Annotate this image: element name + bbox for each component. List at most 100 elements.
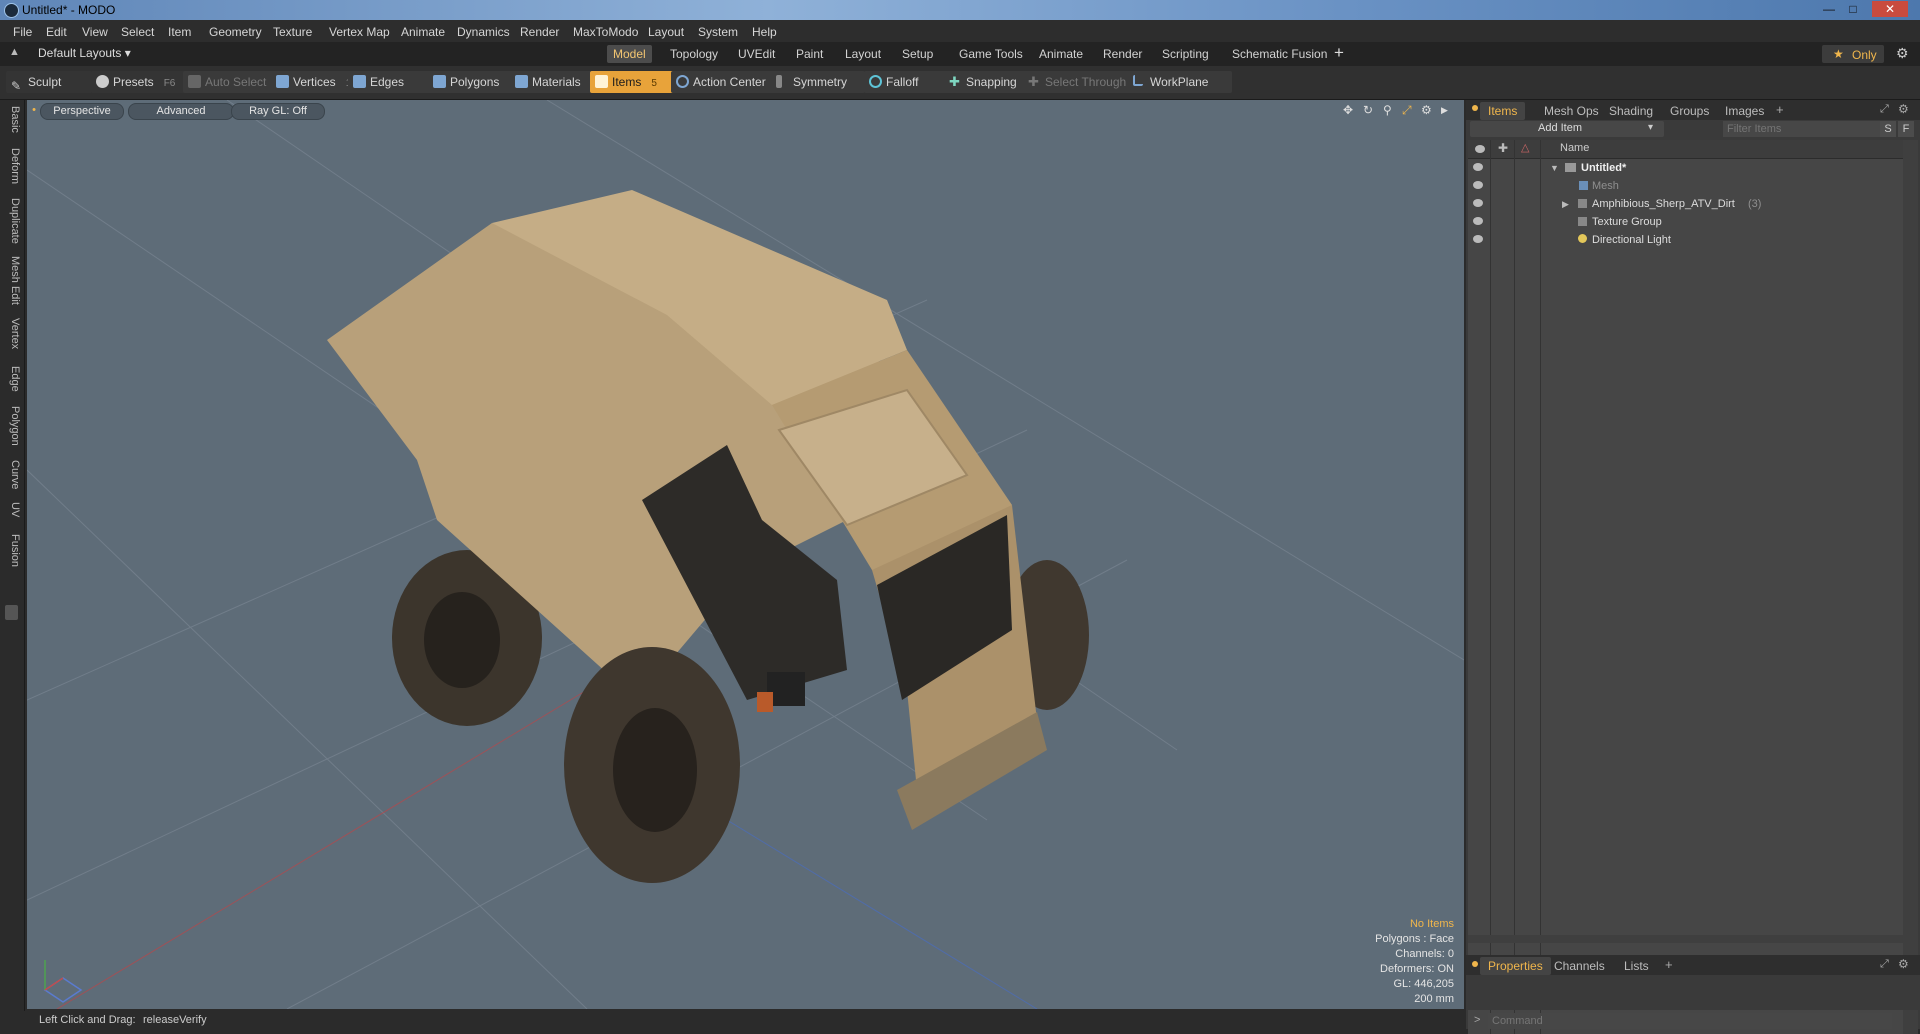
raygl-button[interactable]: Ray GL: Off xyxy=(231,103,325,120)
atv-vehicle-model xyxy=(327,190,1089,883)
tab-layout[interactable]: Layout xyxy=(839,45,887,63)
default-layouts-dropdown[interactable]: Default Layouts ▾ xyxy=(38,46,131,60)
viewport-settings-icon[interactable]: ⚙ xyxy=(1421,104,1433,116)
items-button[interactable]: Items 5 xyxy=(590,71,676,93)
advanced-shading-button[interactable]: Advanced xyxy=(128,103,234,120)
menu-edit[interactable]: Edit xyxy=(46,25,67,39)
perspective-button[interactable]: Perspective xyxy=(40,103,124,120)
maximize-button[interactable]: □ xyxy=(1842,1,1864,17)
side-tab-vertex[interactable]: Vertex xyxy=(3,318,21,349)
action-center-button[interactable]: Action Center xyxy=(671,71,785,93)
tab-images[interactable]: Images xyxy=(1717,102,1772,120)
menu-select[interactable]: Select xyxy=(121,25,154,39)
move-view-icon[interactable]: ✥ xyxy=(1343,104,1355,116)
menu-maxtomodo[interactable]: MaxToModo xyxy=(573,25,638,39)
zoom-view-icon[interactable]: ⚲ xyxy=(1383,104,1395,116)
menu-animate[interactable]: Animate xyxy=(401,25,445,39)
maximize-view-icon[interactable]: ⤢ xyxy=(1402,104,1414,116)
menu-geometry[interactable]: Geometry xyxy=(209,25,262,39)
item-list-hscrollbar[interactable] xyxy=(1468,935,1903,943)
symmetry-button[interactable]: Symmetry xyxy=(771,71,865,93)
tab-setup[interactable]: Setup xyxy=(896,45,939,63)
only-toggle[interactable]: ★ Only xyxy=(1822,45,1884,63)
side-tab-mesh-edit[interactable]: Mesh Edit xyxy=(3,256,21,305)
falloff-button[interactable]: Falloff xyxy=(864,71,948,93)
sculpt-button[interactable]: ✎ Sculpt xyxy=(6,71,92,93)
3d-viewport[interactable]: • Perspective Advanced Ray GL: Off ✥ ↻ ⚲… xyxy=(27,100,1464,1009)
minimize-button[interactable]: — xyxy=(1818,1,1840,17)
item-list-scrollbar[interactable] xyxy=(1903,140,1918,1034)
filter-s-button[interactable]: S xyxy=(1880,121,1896,137)
command-input[interactable] xyxy=(1488,1013,1892,1029)
tab-items[interactable]: Items xyxy=(1480,102,1526,120)
visibility-eye-icon[interactable] xyxy=(1473,199,1483,207)
side-tab-basic[interactable]: Basic xyxy=(3,106,21,133)
menu-layout[interactable]: Layout xyxy=(648,25,684,39)
panel-gear-icon[interactable]: ⚙ xyxy=(1898,102,1909,116)
tab-model[interactable]: Model xyxy=(607,45,652,63)
add-tab-icon[interactable]: + xyxy=(1334,43,1344,63)
materials-button[interactable]: Materials xyxy=(510,71,600,93)
side-tab-polygon[interactable]: Polygon xyxy=(3,406,21,446)
panel-expand-icon[interactable]: ⤢ xyxy=(1880,958,1889,971)
tab-channels[interactable]: Channels xyxy=(1546,957,1613,975)
add-panel-tab-icon[interactable]: + xyxy=(1665,957,1673,972)
workplane-button[interactable]: WorkPlane xyxy=(1128,71,1232,93)
tree-item-texture-group[interactable]: Texture Group xyxy=(1468,213,1905,231)
menu-file[interactable]: File xyxy=(13,25,32,39)
expand-arrow-icon[interactable]: ▶ xyxy=(1562,195,1569,213)
layout-collapse-icon[interactable]: ▲ xyxy=(9,46,20,58)
side-tab-duplicate[interactable]: Duplicate xyxy=(3,198,21,244)
side-tab-edge[interactable]: Edge xyxy=(3,366,21,392)
name-column-header: Name xyxy=(1560,142,1590,154)
visibility-eye-icon[interactable] xyxy=(1473,181,1483,189)
menu-vertex-map[interactable]: Vertex Map xyxy=(329,25,390,39)
add-item-dropdown[interactable]: Add Item ▾ xyxy=(1470,121,1664,137)
presets-button[interactable]: Presets F6 xyxy=(91,71,195,93)
tree-item-scene[interactable]: ▼ Untitled* xyxy=(1468,159,1905,177)
side-tab-curve[interactable]: Curve xyxy=(3,460,21,489)
gear-icon[interactable]: ⚙ xyxy=(1896,45,1909,62)
viewport-expand-icon[interactable]: ▶ xyxy=(1441,104,1453,116)
visibility-eye-icon[interactable] xyxy=(1473,235,1483,243)
side-tab-deform[interactable]: Deform xyxy=(3,148,21,184)
filter-f-button[interactable]: F xyxy=(1898,121,1914,137)
sidebar-toggle-button[interactable] xyxy=(5,605,18,620)
panel-expand-icon[interactable]: ⤢ xyxy=(1880,103,1889,116)
tab-uvedit[interactable]: UVEdit xyxy=(732,45,781,63)
close-button[interactable]: ✕ xyxy=(1872,1,1908,17)
menu-item[interactable]: Item xyxy=(168,25,191,39)
tab-mesh-ops[interactable]: Mesh Ops xyxy=(1536,102,1607,120)
add-panel-tab-icon[interactable]: + xyxy=(1776,102,1784,117)
rotate-view-icon[interactable]: ↻ xyxy=(1363,104,1375,116)
filter-items-input[interactable] xyxy=(1723,121,1881,137)
expand-arrow-icon[interactable]: ▼ xyxy=(1550,159,1559,177)
menu-texture[interactable]: Texture xyxy=(273,25,312,39)
tab-groups[interactable]: Groups xyxy=(1662,102,1717,120)
tree-item-atv[interactable]: ▶ Amphibious_Sherp_ATV_Dirt (3) xyxy=(1468,195,1905,213)
tab-render[interactable]: Render xyxy=(1097,45,1148,63)
tab-shading[interactable]: Shading xyxy=(1601,102,1661,120)
viewport-menu-dot-icon[interactable]: • xyxy=(28,103,40,118)
menu-render[interactable]: Render xyxy=(520,25,559,39)
menu-system[interactable]: System xyxy=(698,25,738,39)
visibility-eye-icon[interactable] xyxy=(1473,163,1483,171)
menu-view[interactable]: View xyxy=(82,25,108,39)
tree-item-mesh[interactable]: Mesh xyxy=(1468,177,1905,195)
menu-dynamics[interactable]: Dynamics xyxy=(457,25,510,39)
tab-game-tools[interactable]: Game Tools xyxy=(953,45,1029,63)
tree-item-directional-light[interactable]: Directional Light xyxy=(1468,231,1905,249)
visibility-eye-icon[interactable] xyxy=(1473,217,1483,225)
tab-animate[interactable]: Animate xyxy=(1033,45,1089,63)
menu-help[interactable]: Help xyxy=(752,25,777,39)
tab-scripting[interactable]: Scripting xyxy=(1156,45,1215,63)
panel-gear-icon[interactable]: ⚙ xyxy=(1898,957,1909,971)
side-tab-fusion[interactable]: Fusion xyxy=(3,534,21,567)
tab-schematic-fusion[interactable]: Schematic Fusion xyxy=(1226,45,1333,63)
tab-properties[interactable]: Properties xyxy=(1480,957,1551,975)
tab-topology[interactable]: Topology xyxy=(664,45,724,63)
select-through-button[interactable]: ✚ Select Through xyxy=(1023,71,1141,93)
tab-lists[interactable]: Lists xyxy=(1616,957,1657,975)
tab-paint[interactable]: Paint xyxy=(790,45,829,63)
side-tab-uv[interactable]: UV xyxy=(3,502,21,517)
